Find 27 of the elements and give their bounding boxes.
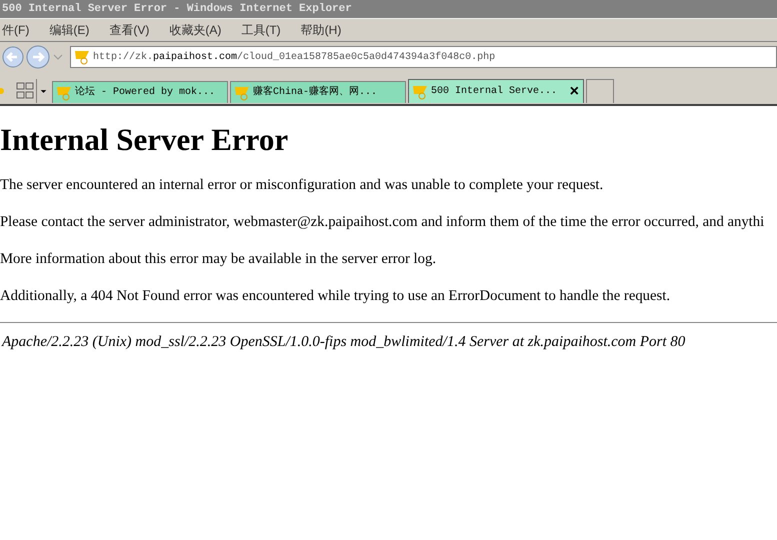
error-paragraph: Please contact the server administrator, webmaster@zk.paipaihost.com and inform them of the time the error occurred, and anythi: [0, 213, 766, 231]
error-paragraph: More information about this error may be available in the server error log.: [0, 250, 437, 268]
address-field[interactable]: http://zk.paipaihost.com/cloud_01ea158785ae0c5a0d474394a3f048c0.php: [70, 46, 777, 68]
new-tab-button[interactable]: [586, 79, 614, 103]
forward-button[interactable]: [26, 45, 50, 69]
url-text: http://zk.paipaihost.com/cloud_01ea158785ae0c5a0d474394a3f048c0.php: [93, 50, 496, 64]
menu-item[interactable]: 件(F): [2, 21, 30, 39]
menu-item[interactable]: 工具(T): [241, 21, 281, 39]
error-heading: Internal Server Error: [0, 122, 290, 158]
browser-tab[interactable]: 赚客China-赚客网、网...: [230, 81, 406, 103]
server-signature: Apache/2.2.23 (Unix) mod_ssl/2.2.23 OpenSSL/1.0.0-fips mod_bwlimited/1.4 Server at zk.paipaihost.com Port 80: [0, 333, 686, 352]
menu-item[interactable]: 帮助(H): [300, 21, 342, 39]
dropdown-icon[interactable]: [52, 52, 64, 62]
error-paragraph: Additionally, a 404 Not Found error was encountered while trying to use an ErrorDocument to handle the request.: [0, 287, 672, 305]
close-tab-button[interactable]: ×: [568, 84, 581, 100]
error-paragraph: The server encountered an internal error or misconfiguration and was unable to complete your request.: [0, 176, 604, 194]
menu-item[interactable]: 收藏夹(A): [169, 21, 222, 39]
browser-tab[interactable]: 论坛 - Powered by mok...: [52, 81, 228, 103]
page-icon: [55, 84, 73, 100]
page-icon: [233, 84, 251, 100]
page-icon: [411, 84, 429, 100]
back-button[interactable]: [2, 45, 24, 69]
window-title: 500 Internal Server Error - Windows Internet Explorer: [2, 2, 352, 17]
menu-item[interactable]: 编辑(E): [49, 21, 90, 39]
menu-item[interactable]: 查看(V): [109, 21, 150, 39]
page-icon: [73, 49, 91, 65]
browser-tab[interactable]: 500 Internal Serve... ×: [408, 79, 584, 103]
